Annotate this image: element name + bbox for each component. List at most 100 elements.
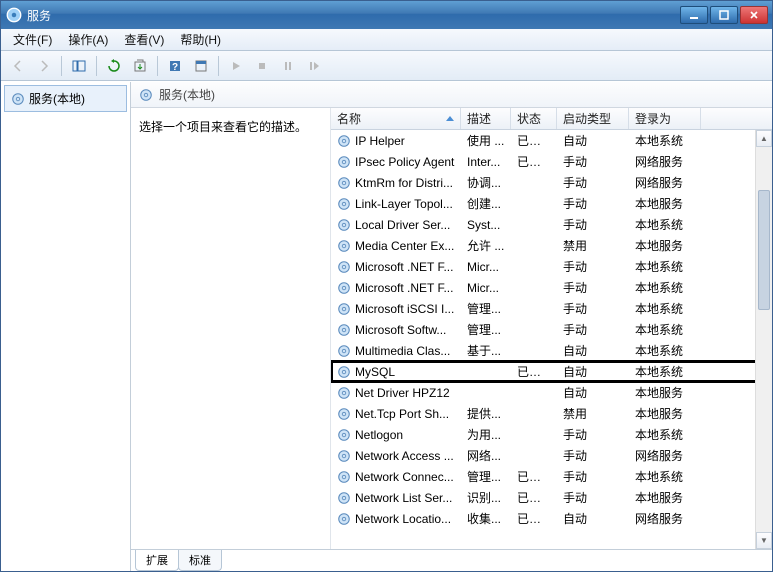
toolbar: ? (1, 51, 772, 81)
service-name-cell: Network Connec... (331, 470, 461, 484)
service-row[interactable]: Net.Tcp Port Sh...提供...禁用本地服务 (331, 403, 772, 424)
service-icon (337, 155, 351, 169)
scroll-thumb[interactable] (758, 190, 770, 310)
service-name-cell: Multimedia Clas... (331, 344, 461, 358)
service-row[interactable]: Link-Layer Topol...创建...手动本地服务 (331, 193, 772, 214)
main-body: 服务(本地) 服务(本地) 选择一个项目来查看它的描述。 名称 描述 状态 启动… (1, 81, 772, 571)
service-name: Network Locatio... (355, 512, 451, 526)
services-icon (11, 92, 25, 106)
service-startup-cell: 禁用 (557, 237, 629, 254)
show-hide-tree-button[interactable] (67, 54, 91, 78)
service-icon (337, 239, 351, 253)
scroll-down-button[interactable]: ▼ (756, 532, 772, 549)
service-startup-cell: 手动 (557, 174, 629, 191)
service-name-cell: Network Locatio... (331, 512, 461, 526)
service-row[interactable]: KtmRm for Distri...协调...手动网络服务 (331, 172, 772, 193)
close-button[interactable] (740, 6, 768, 24)
help-button[interactable]: ? (163, 54, 187, 78)
column-startup[interactable]: 启动类型 (557, 108, 629, 129)
service-row[interactable]: MySQL已启动自动本地系统 (331, 361, 772, 382)
service-logon-cell: 本地系统 (629, 468, 701, 485)
service-startup-cell: 自动 (557, 363, 629, 380)
service-name: IP Helper (355, 134, 405, 148)
properties-button[interactable] (189, 54, 213, 78)
refresh-button[interactable] (102, 54, 126, 78)
service-row[interactable]: Network List Ser...识别...已启动手动本地服务 (331, 487, 772, 508)
service-row[interactable]: Microsoft iSCSI I...管理...手动本地系统 (331, 298, 772, 319)
service-logon-cell: 网络服务 (629, 447, 701, 464)
scroll-up-button[interactable]: ▲ (756, 130, 772, 147)
service-desc-cell: 基于... (461, 342, 511, 359)
back-button[interactable] (6, 54, 30, 78)
service-row[interactable]: Microsoft .NET F...Micr...手动本地系统 (331, 277, 772, 298)
column-headers: 名称 描述 状态 启动类型 登录为 (331, 108, 772, 130)
service-desc-cell: Micr... (461, 260, 511, 274)
service-row[interactable]: Microsoft Softw...管理...手动本地系统 (331, 319, 772, 340)
pause-service-button[interactable] (276, 54, 300, 78)
service-row[interactable]: Network Connec...管理...已启动手动本地系统 (331, 466, 772, 487)
forward-button[interactable] (32, 54, 56, 78)
svg-text:?: ? (172, 62, 178, 73)
stop-service-button[interactable] (250, 54, 274, 78)
tab-standard[interactable]: 标准 (178, 550, 222, 571)
minimize-button[interactable] (680, 6, 708, 24)
service-logon-cell: 本地系统 (629, 279, 701, 296)
service-row[interactable]: Media Center Ex...允许 ...禁用本地服务 (331, 235, 772, 256)
description-hint: 选择一个项目来查看它的描述。 (139, 118, 322, 135)
service-logon-cell: 网络服务 (629, 510, 701, 527)
column-status[interactable]: 状态 (511, 108, 557, 129)
service-startup-cell: 手动 (557, 426, 629, 443)
column-name[interactable]: 名称 (331, 108, 461, 129)
menu-file[interactable]: 文件(F) (5, 29, 60, 50)
service-row[interactable]: IPsec Policy AgentInter...已启动手动网络服务 (331, 151, 772, 172)
service-row[interactable]: Local Driver Ser...Syst...手动本地系统 (331, 214, 772, 235)
menu-help[interactable]: 帮助(H) (172, 29, 229, 50)
service-icon (337, 176, 351, 190)
service-row[interactable]: Netlogon为用...手动本地系统 (331, 424, 772, 445)
vertical-scrollbar[interactable]: ▲ ▼ (755, 130, 772, 549)
service-row[interactable]: Net Driver HPZ12自动本地服务 (331, 382, 772, 403)
start-service-button[interactable] (224, 54, 248, 78)
service-name: Network List Ser... (355, 491, 452, 505)
service-desc-cell: 为用... (461, 426, 511, 443)
service-row[interactable]: Microsoft .NET F...Micr...手动本地系统 (331, 256, 772, 277)
service-name: Microsoft iSCSI I... (355, 302, 454, 316)
service-logon-cell: 本地服务 (629, 489, 701, 506)
export-button[interactable] (128, 54, 152, 78)
title-bar: 服务 (1, 1, 772, 29)
menu-view[interactable]: 查看(V) (116, 29, 172, 50)
service-icon (337, 491, 351, 505)
service-logon-cell: 本地服务 (629, 405, 701, 422)
service-logon-cell: 本地服务 (629, 237, 701, 254)
column-description[interactable]: 描述 (461, 108, 511, 129)
service-row[interactable]: Network Access ...网络...手动网络服务 (331, 445, 772, 466)
restart-service-button[interactable] (302, 54, 326, 78)
service-name: Net.Tcp Port Sh... (355, 407, 449, 421)
service-startup-cell: 自动 (557, 384, 629, 401)
service-name: Local Driver Ser... (355, 218, 450, 232)
service-name-cell: Microsoft .NET F... (331, 260, 461, 274)
service-icon (337, 386, 351, 400)
service-name: Network Access ... (355, 449, 454, 463)
tab-extended[interactable]: 扩展 (135, 550, 179, 571)
window-title: 服务 (27, 7, 680, 24)
toolbar-separator (218, 56, 219, 76)
column-logon[interactable]: 登录为 (629, 108, 701, 129)
service-name-cell: Net Driver HPZ12 (331, 386, 461, 400)
service-icon (337, 281, 351, 295)
service-row[interactable]: IP Helper使用 ...已启动自动本地系统 (331, 130, 772, 151)
service-desc-cell: 管理... (461, 321, 511, 338)
menu-action[interactable]: 操作(A) (60, 29, 116, 50)
service-row[interactable]: Multimedia Clas...基于...自动本地系统 (331, 340, 772, 361)
service-desc-cell: 提供... (461, 405, 511, 422)
service-startup-cell: 手动 (557, 321, 629, 338)
service-icon (337, 218, 351, 232)
service-logon-cell: 本地系统 (629, 132, 701, 149)
tree-item-services-local[interactable]: 服务(本地) (4, 85, 127, 112)
service-icon (337, 302, 351, 316)
service-row[interactable]: Network Locatio...收集...已启动自动网络服务 (331, 508, 772, 529)
services-icon (139, 88, 153, 102)
service-status-cell: 已启动 (511, 363, 557, 380)
maximize-button[interactable] (710, 6, 738, 24)
service-icon (337, 197, 351, 211)
